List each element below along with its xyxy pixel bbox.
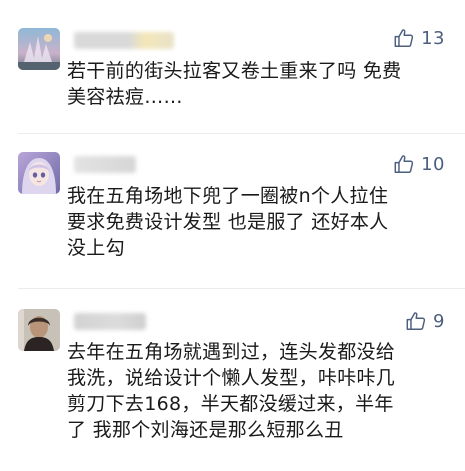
nickname-redacted	[74, 313, 146, 330]
like-button[interactable]: 10	[393, 152, 445, 176]
like-count: 10	[421, 153, 445, 175]
avatar[interactable]	[18, 309, 60, 351]
thumbs-up-outline-icon	[394, 155, 414, 173]
avatar[interactable]	[18, 152, 60, 194]
comment-text: 去年在五角场就遇到过，连头发都没给 我洗，说给设计个懒人发型，咔咔咔几 剪刀下去…	[67, 341, 396, 441]
comment-text: 若干前的街头拉客又卷土重来了吗 免费 美容祛痘……	[67, 60, 402, 108]
divider	[18, 288, 465, 289]
nickname-redacted	[74, 32, 174, 49]
like-button[interactable]: 9	[405, 309, 445, 333]
divider	[18, 133, 465, 134]
like-count: 13	[421, 27, 445, 49]
thumbs-up-outline-icon	[406, 312, 426, 330]
comment-list: 13 若干前的街头拉客又卷土重来了吗 免费 美容祛痘…… 10 我在五角场地下兜…	[0, 0, 465, 471]
like-count: 9	[433, 310, 445, 332]
avatar[interactable]	[18, 28, 60, 70]
like-button[interactable]: 13	[393, 26, 445, 50]
nickname-redacted	[74, 156, 136, 173]
thumbs-up-outline-icon	[394, 29, 414, 47]
comment-text: 我在五角场地下兜了一圈被n个人拉住 要求免费设计发型 也是服了 还好本人 没上勾	[67, 185, 389, 259]
